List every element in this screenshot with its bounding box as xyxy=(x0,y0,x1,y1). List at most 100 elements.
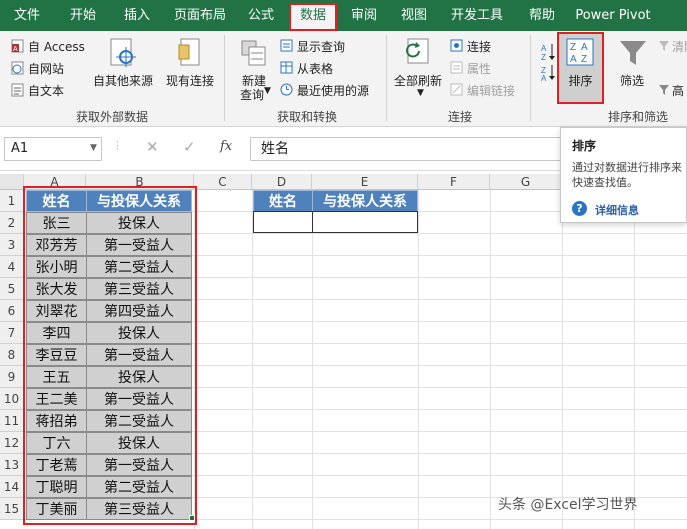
text-file-icon xyxy=(11,83,24,97)
tab-file[interactable]: 文件 xyxy=(2,0,52,31)
watermark: 头条 @Excel学习世界 xyxy=(498,497,638,513)
select-all-corner[interactable] xyxy=(0,174,24,190)
row-header[interactable]: 8 xyxy=(0,344,24,366)
sort-button[interactable]: ZAAZ 排序 xyxy=(557,32,604,104)
sort-label: 排序 xyxy=(568,74,593,88)
filter-button[interactable]: 筛选 xyxy=(620,72,644,89)
other-sources-button[interactable]: 自其他来源 xyxy=(93,72,153,89)
sort-icon: ZAAZ xyxy=(566,38,594,66)
row-header[interactable]: 15 xyxy=(0,498,24,520)
row-header[interactable]: 5 xyxy=(0,278,24,300)
row-header[interactable]: 7 xyxy=(0,322,24,344)
properties-icon xyxy=(450,61,463,74)
tab-page-layout[interactable]: 页面布局 xyxy=(168,0,232,31)
web-icon xyxy=(11,61,24,75)
row-header[interactable]: 12 xyxy=(0,432,24,454)
row-header[interactable]: 1 xyxy=(0,190,24,212)
from-web-button[interactable]: 自网站 xyxy=(28,60,64,77)
sort-filter-label: 排序和筛选 xyxy=(607,110,668,124)
tab-view[interactable]: 视图 xyxy=(393,0,435,31)
refresh-all-button[interactable]: 全部刷新 xyxy=(394,72,442,89)
cancel-icon[interactable]: ✕ xyxy=(146,138,159,156)
row-header[interactable]: 13 xyxy=(0,454,24,476)
row-header[interactable]: 10 xyxy=(0,388,24,410)
excel-window: 文件 开始 插入 页面布局 公式 数据 审阅 视图 开发工具 帮助 Power … xyxy=(0,0,687,529)
drag-handle-icon: ⋮ xyxy=(112,139,124,152)
confirm-icon[interactable]: ✓ xyxy=(183,138,196,156)
from-table-button[interactable]: 从表格 xyxy=(297,60,333,77)
svg-text:Z: Z xyxy=(581,54,587,65)
other-sources-icon xyxy=(108,37,138,69)
tab-home[interactable]: 开始 xyxy=(58,0,108,31)
col-header-f[interactable]: F xyxy=(418,174,490,190)
fill-handle[interactable] xyxy=(189,515,195,521)
chevron-down-icon[interactable]: ▼ xyxy=(90,143,97,153)
svg-text:A: A xyxy=(541,44,547,53)
new-query-label-2: 查询 xyxy=(240,88,265,102)
existing-connections-icon xyxy=(177,37,205,69)
chevron-down-icon: ▼ xyxy=(417,88,424,98)
get-transform-label: 获取和转换 xyxy=(276,110,337,124)
selection-highlight xyxy=(23,186,197,525)
grid-line xyxy=(312,190,313,529)
sort-az-icon: AZZA xyxy=(540,41,556,83)
svg-text:A: A xyxy=(570,54,577,65)
show-queries-icon xyxy=(280,39,293,52)
connections-button[interactable]: 连接 xyxy=(467,38,491,55)
row-header[interactable]: 9 xyxy=(0,366,24,388)
tooltip-description-2: 快速查找值。 xyxy=(572,176,638,189)
svg-text:A: A xyxy=(13,46,18,53)
col-header-d[interactable]: D xyxy=(252,174,312,190)
col-header-e[interactable]: E xyxy=(312,174,418,190)
name-box[interactable]: A1 xyxy=(4,137,102,161)
access-icon: A xyxy=(11,39,24,53)
col-header-c[interactable]: C xyxy=(194,174,252,190)
tab-power-pivot[interactable]: Power Pivot xyxy=(573,0,653,31)
row-header[interactable]: 4 xyxy=(0,256,24,278)
ribbon: A 自 Access 自网站 自文本 自其他来源 现有连接 获取外部数据 新建 … xyxy=(0,31,687,127)
tab-developer[interactable]: 开发工具 xyxy=(447,0,507,31)
row-header[interactable]: 2 xyxy=(0,212,24,234)
existing-connections-button[interactable]: 现有连接 xyxy=(166,72,214,89)
clear-filter-button[interactable]: 清除 xyxy=(672,38,687,55)
group-divider xyxy=(224,35,225,121)
advanced-filter-button[interactable]: 高 xyxy=(672,82,684,99)
tab-formulas[interactable]: 公式 xyxy=(238,0,284,31)
tooltip-more-info-link[interactable]: 详细信息 xyxy=(595,202,639,218)
edit-links-icon xyxy=(450,83,463,96)
row-header[interactable]: 6 xyxy=(0,300,24,322)
connections-icon xyxy=(450,39,463,52)
help-icon: ? xyxy=(572,201,587,216)
col-header-g[interactable]: G xyxy=(490,174,562,190)
group-divider xyxy=(530,35,531,121)
criteria-cell[interactable] xyxy=(253,211,313,233)
filter-icon xyxy=(618,39,648,67)
tooltip-description-1: 通过对数据进行排序来 xyxy=(572,161,682,174)
properties-button[interactable]: 属性 xyxy=(467,60,491,77)
criteria-header-relation[interactable]: 与投保人关系 xyxy=(312,190,418,212)
show-queries-button[interactable]: 显示查询 xyxy=(297,38,345,55)
tab-review[interactable]: 审阅 xyxy=(343,0,385,31)
tab-help[interactable]: 帮助 xyxy=(522,0,562,31)
chevron-down-icon: ▼ xyxy=(264,86,271,96)
insert-function-icon[interactable]: fx xyxy=(220,139,232,154)
recent-sources-icon xyxy=(280,83,293,96)
edit-links-button[interactable]: 编辑链接 xyxy=(467,82,515,99)
from-access-button[interactable]: 自 Access xyxy=(28,38,85,55)
row-header[interactable]: 11 xyxy=(0,410,24,432)
grid-line xyxy=(252,190,253,529)
grid-line xyxy=(634,190,635,529)
recent-sources-button[interactable]: 最近使用的源 xyxy=(297,82,369,99)
svg-text:Z: Z xyxy=(570,42,576,53)
from-text-button[interactable]: 自文本 xyxy=(28,82,64,99)
connections-label: 连接 xyxy=(447,110,472,124)
criteria-cell[interactable] xyxy=(312,211,418,233)
row-header[interactable]: 3 xyxy=(0,234,24,256)
menu-bar: 文件 开始 插入 页面布局 公式 数据 审阅 视图 开发工具 帮助 Power … xyxy=(0,0,687,31)
grid-line xyxy=(418,190,419,529)
criteria-header-name[interactable]: 姓名 xyxy=(253,190,313,212)
tab-insert[interactable]: 插入 xyxy=(112,0,162,31)
new-query-icon xyxy=(239,37,269,69)
row-header[interactable]: 14 xyxy=(0,476,24,498)
tab-data[interactable]: 数据 xyxy=(289,3,337,31)
